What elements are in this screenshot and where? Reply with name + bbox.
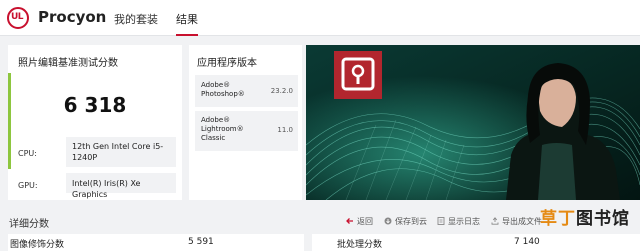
overall-score: 6 318 [63,93,127,117]
back-arrow-icon [346,218,353,224]
save-to-cloud-button[interactable]: 保存到云 [384,216,427,227]
cpu-label: CPU: [18,149,37,158]
batch-score-value: 7 140 [514,237,540,247]
top-header: UL Procyon 我的套装 结果 [0,0,640,36]
version-number: 11.0 [277,126,293,134]
app-title: Procyon [38,8,107,26]
ul-logo-icon: UL [7,7,29,29]
version-app-name: Adobe® Lightroom® Classic [201,116,244,142]
show-log-button[interactable]: 显示日志 [437,216,480,227]
batch-score-label: 批处理分数 [337,240,383,250]
hero-illustration [306,45,640,200]
gpu-label: GPU: [18,181,38,190]
version-row-lightroom: Adobe® Lightroom® Classic 11.0 [195,111,298,151]
retouch-score-value: 5 591 [188,237,214,247]
version-app-name: Adobe® Photoshop® [201,81,245,98]
back-button[interactable]: 返回 [346,216,373,227]
cpu-value: 12th Gen Intel Core i5-1240P [66,137,176,167]
watermark-part-1: 草丁 [540,209,576,229]
watermark-part-2: 图书馆 [576,209,630,229]
cloud-save-icon [384,217,392,225]
version-row-photoshop: Adobe® Photoshop® 23.2.0 [195,75,298,107]
score-card: 照片编辑基准测试分数 6 318 CPU: 12th Gen Intel Cor… [8,45,182,200]
export-icon [491,217,499,225]
export-file-button[interactable]: 导出成文件 [491,216,542,227]
watermark-text: 草丁图书馆 [540,204,630,229]
show-log-label: 显示日志 [448,217,480,226]
nav-results[interactable]: 结果 [176,11,198,36]
log-icon [437,217,445,225]
gpu-value: Intel(R) Iris(R) Xe Graphics [66,173,176,199]
app-versions-card: 应用程序版本 Adobe® Photoshop® 23.2.0 Adobe® L… [189,45,302,200]
hero-image [306,45,640,200]
back-label: 返回 [357,217,373,226]
score-accent-bar [8,73,11,169]
export-file-label: 导出成文件 [502,217,542,226]
detail-scores-title: 详细分数 [9,219,49,230]
retouch-score-label: 图像修饰分数 [10,240,65,250]
score-title: 照片编辑基准测试分数 [18,58,118,69]
nav-my-suites[interactable]: 我的套装 [114,11,158,27]
version-number: 23.2.0 [270,87,293,95]
save-to-cloud-label: 保存到云 [395,217,427,226]
versions-title: 应用程序版本 [197,58,257,69]
